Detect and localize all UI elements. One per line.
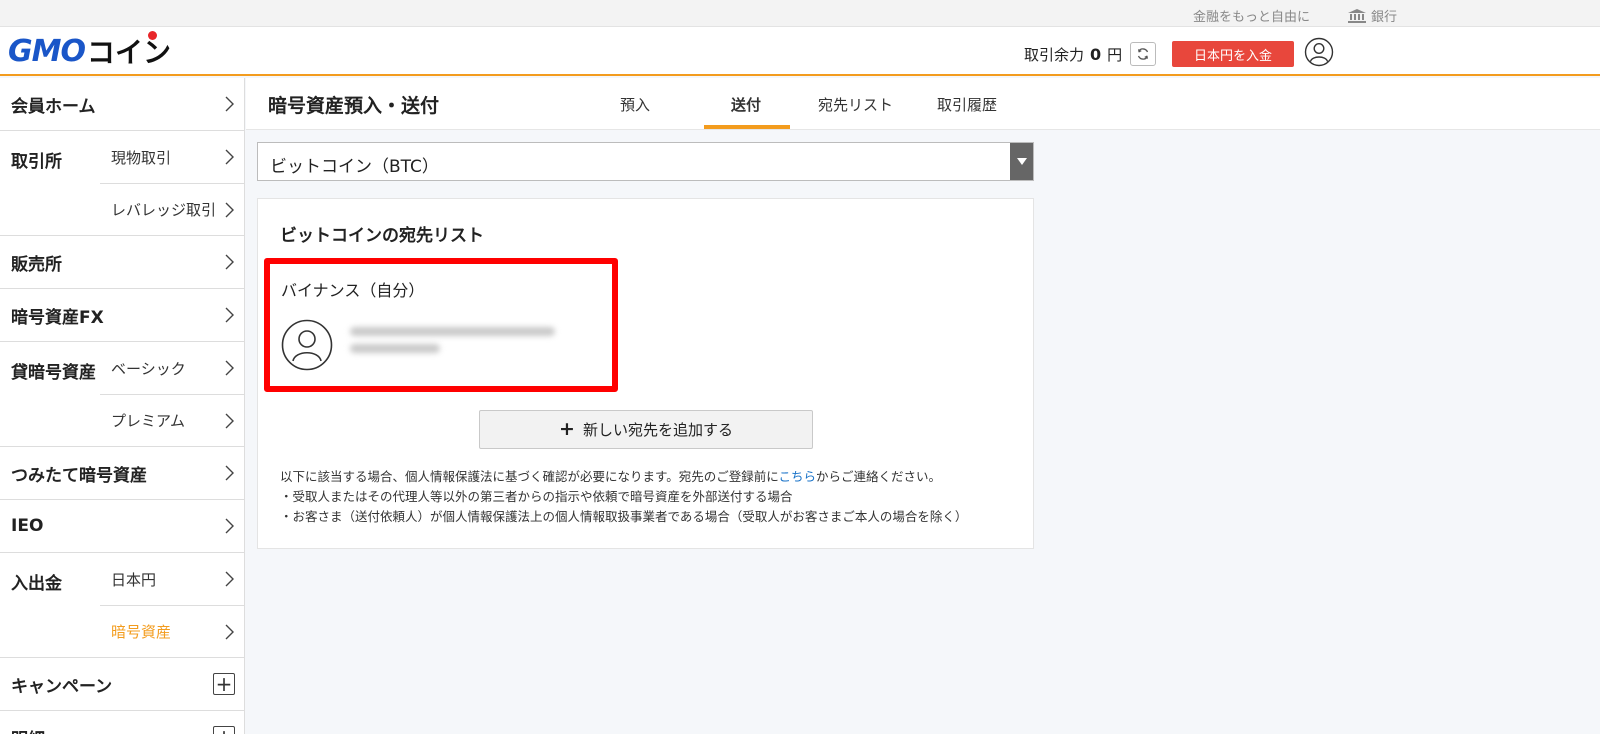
sidebar-item-shop[interactable]: 販売所 [0,236,244,289]
trading-margin: 取引余力 0 円 [1024,42,1157,66]
privacy-notes: 以下に該当する場合、個人情報保護法に基づく確認が必要になります。宛先のご登録前に… [280,467,967,527]
chevron-right-icon [225,465,234,481]
margin-label: 取引余力 [1024,45,1085,64]
deposit-jpy-button[interactable]: 日本円を入金 [1172,41,1294,67]
sidebar-item-campaign[interactable]: キャンペーン + [0,658,244,711]
sidebar-group-exchange: 取引所 現物取引 レバレッジ取引 [0,131,244,236]
card-title: ビットコインの宛先リスト [280,226,484,246]
sidebar-item-crypto[interactable]: 暗号資産 [100,605,244,657]
plus-icon: + [559,418,575,440]
add-address-label: 新しい宛先を追加する [582,421,733,439]
chevron-right-icon [225,202,234,218]
sidebar-item-leverage[interactable]: レバレッジ取引 [100,183,244,235]
sidebar-item-premium[interactable]: プレミアム [100,394,244,446]
tab-send[interactable]: 送付 [731,94,761,115]
chevron-right-icon [225,571,234,587]
sidebar-item-jpy[interactable]: 日本円 [0,553,244,605]
address-name: バイナンス（自分） [281,281,425,300]
refresh-icon [1138,48,1149,60]
contact-link[interactable]: こちら [779,469,817,484]
sidebar-label-campaign: キャンペーン [11,676,113,697]
sidebar-item-statement[interactable]: 明細 + [0,711,244,734]
sidebar-item-spot[interactable]: 現物取引 [0,131,244,183]
chevron-right-icon [225,307,234,323]
gmo-coin-logo[interactable]: GMO コイン [8,31,171,71]
chevron-right-icon [225,254,234,270]
sidebar-item-basic[interactable]: ベーシック [0,342,244,394]
account-icon[interactable] [1304,37,1334,67]
tab-history[interactable]: 取引履歴 [937,94,997,115]
note-line-2: ・受取人またはその代理人等以外の第三者からの指示や依頼で暗号資産を外部送付する場… [280,489,793,504]
sidebar-label-fx: 暗号資産FX [11,307,104,328]
utility-bar: 金融をもっと自由に 銀行 [0,0,1600,27]
bank-icon [1348,8,1366,23]
logo-coin-text: コイン [87,31,171,71]
chevron-right-icon [225,413,234,429]
sidebar-label-premium: プレミアム [111,412,185,430]
margin-unit: 円 [1107,45,1123,64]
dropdown-arrow-icon [1010,143,1033,180]
chevron-right-icon [225,360,234,376]
chevron-right-icon [225,624,234,640]
logo-red-dot [148,31,157,40]
expand-plus-icon[interactable]: + [213,726,235,734]
address-list-card: ビットコインの宛先リスト バイナンス（自分） + 新しい宛先を追加する 以下に該… [257,198,1034,549]
expand-plus-icon[interactable]: + [213,673,235,695]
note-line-3: ・お客さま（送付依頼人）が個人情報保護法上の個人情報取扱事業者である場合（受取人… [280,509,968,524]
chevron-right-icon [225,518,234,534]
bank-label: 銀行 [1371,10,1398,25]
refresh-button[interactable] [1130,42,1157,66]
sidebar-label-statement: 明細 [11,725,45,734]
sidebar-label-basic: ベーシック [111,359,186,378]
slogan-link[interactable]: 金融をもっと自由に [1193,6,1310,25]
sidebar-label-ieo: IEO [11,516,44,536]
sidebar-group-deposit: 入出金 日本円 暗号資産 [0,553,244,658]
page-title: 暗号資産預入・送付 [268,95,440,117]
tab-address-list[interactable]: 宛先リスト [818,94,893,115]
site-header: GMO コイン 取引余力 0 円 日本円を入金 [0,27,1600,76]
sidebar-label-jpy: 日本円 [111,570,157,589]
sidebar-item-tsumitate[interactable]: つみたて暗号資産 [0,447,244,500]
sidebar-item-fx[interactable]: 暗号資産FX [0,289,244,342]
logo-coin-label: コイン [86,36,171,69]
chevron-right-icon [225,149,234,165]
active-tab-indicator [704,125,790,129]
sidebar: 会員ホーム 取引所 現物取引 レバレッジ取引 販売所 暗号資産FX 貸暗号資産 … [0,78,245,734]
sidebar-label-spot: 現物取引 [111,148,172,167]
sidebar-label-crypto: 暗号資産 [111,623,172,641]
address-entry[interactable]: バイナンス（自分） [264,258,618,392]
person-avatar-icon [281,319,333,371]
currency-select-value: ビットコイン（BTC） [270,157,439,177]
sidebar-label-shop: 販売所 [11,254,62,275]
chevron-right-icon [225,96,234,112]
sidebar-item-home[interactable]: 会員ホーム [0,78,244,131]
sidebar-item-ieo[interactable]: IEO [0,500,244,553]
tab-deposit[interactable]: 預入 [620,94,650,115]
sidebar-group-lending: 貸暗号資産 ベーシック プレミアム [0,342,244,447]
note-line-1: 以下に該当する場合、個人情報保護法に基づく確認が必要になります。宛先のご登録前に… [280,469,942,484]
sidebar-label-home: 会員ホーム [11,96,96,117]
logo-gmo-text: GMO [8,33,86,69]
sidebar-label-leverage: レバレッジ取引 [111,201,217,219]
margin-value: 0 [1090,44,1102,64]
sidebar-label-tsumitate: つみたて暗号資産 [11,465,147,486]
add-address-button[interactable]: + 新しい宛先を追加する [479,410,813,449]
currency-select[interactable]: ビットコイン（BTC） [257,142,1034,181]
page-header: 暗号資産預入・送付 預入 送付 宛先リスト 取引履歴 [246,78,1600,130]
bank-link[interactable]: 銀行 [1348,6,1397,25]
blurred-address [350,327,560,361]
